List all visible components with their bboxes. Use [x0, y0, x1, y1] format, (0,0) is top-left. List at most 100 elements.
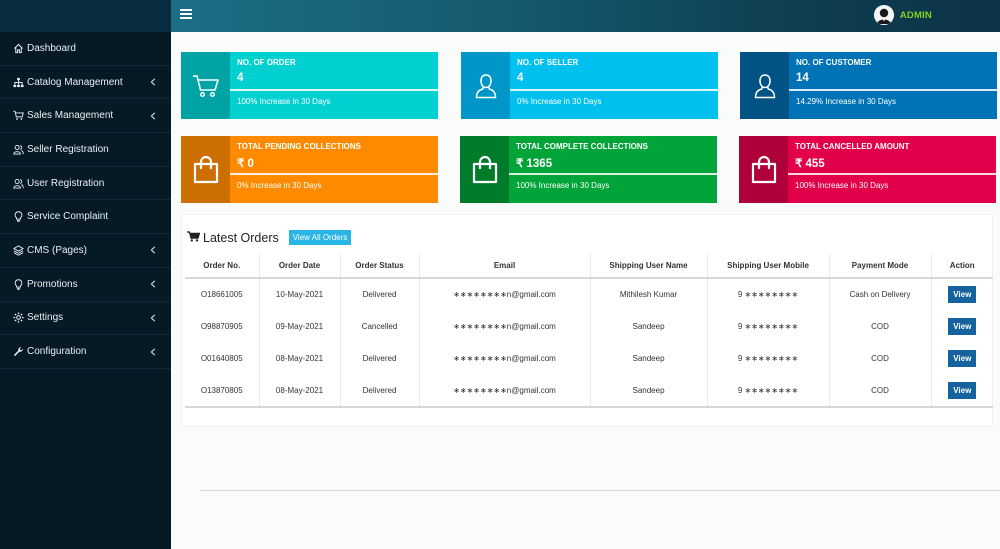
stat-card-progress — [509, 173, 717, 175]
brand-area — [0, 0, 171, 32]
cell-mobile: 9 ∗∗∗∗∗∗∗∗ — [707, 278, 830, 311]
cell-date: 10-May-2021 — [259, 278, 341, 311]
cell-name: Sandeep — [590, 374, 708, 409]
cell-order-no: O98870905 — [185, 310, 260, 343]
latest-orders-panel: Latest Orders View All Orders Order No. O… — [181, 214, 993, 427]
cell-payment: COD — [829, 310, 932, 343]
cell-mobile: 9 ∗∗∗∗∗∗∗∗ — [707, 342, 830, 375]
stat-card-footer: 100% Increase in 30 Days — [516, 181, 610, 190]
view-all-orders-button[interactable]: View All Orders — [288, 230, 352, 245]
stat-card-value: 4 — [517, 72, 524, 84]
sidebar-item-cms-pages[interactable]: CMS (Pages) — [0, 234, 171, 268]
stat-card-value: ₹ 0 — [237, 158, 254, 170]
user-icon — [740, 52, 789, 119]
cell-action: View — [931, 343, 993, 375]
sidebar-item-configuration[interactable]: Configuration — [0, 335, 171, 369]
table-row: O13870805 08-May-2021 Delivered ∗∗∗∗∗∗∗∗n@g… — [185, 374, 993, 409]
cell-email: ∗∗∗∗∗∗∗∗n@gmail.com — [419, 342, 591, 375]
table-row: O98870905 09-May-2021 Cancelled ∗∗∗∗∗∗∗∗n@g… — [185, 310, 993, 343]
sidebar-item-user-registration[interactable]: User Registration — [0, 167, 171, 201]
sidebar-menu: Dashboard Catalog Management Sales Managem… — [0, 32, 171, 369]
sidebar-item-label: Dashboard — [27, 42, 76, 54]
bulb-icon — [12, 278, 24, 290]
stat-card-no-of-order: NO. OF ORDER 4 100% Increase in 30 Days — [181, 52, 438, 119]
stat-card-progress — [788, 173, 996, 175]
hamburger-menu-icon[interactable] — [180, 9, 192, 21]
view-order-button[interactable]: View — [948, 286, 977, 304]
sidebar-item-service-complaint[interactable]: Service Complaint — [0, 200, 171, 235]
layers-icon — [12, 244, 24, 256]
cell-status: Delivered — [340, 342, 420, 375]
cell-payment: COD — [829, 342, 932, 375]
main-content: NO. OF ORDER 4 100% Increase in 30 Days NO.… — [171, 32, 1000, 549]
stat-card-body: NO. OF SELLER 4 0% Increase in 30 Days — [510, 52, 718, 119]
sidebar-item-dashboard[interactable]: Dashboard — [0, 32, 171, 66]
avatar — [873, 5, 894, 25]
stat-card-body: TOTAL PENDING COLLECTIONS ₹ 0 0% Increase … — [230, 136, 438, 203]
cart-icon — [187, 231, 201, 244]
stat-card-total-pending-collections: TOTAL PENDING COLLECTIONS ₹ 0 0% Increase … — [181, 136, 438, 203]
stat-card-value: ₹ 455 — [795, 158, 825, 170]
cart-icon — [181, 52, 230, 119]
cell-status: Cancelled — [340, 310, 420, 343]
chevron-left-icon — [149, 112, 157, 120]
stat-card-title: NO. OF SELLER — [517, 58, 579, 67]
sidebar-item-label: Settings — [27, 312, 64, 324]
sidebar-item-label: User Registration — [27, 177, 105, 189]
stat-card-progress — [230, 89, 438, 91]
stat-card-total-cancelled-amount: TOTAL CANCELLED AMOUNT ₹ 455 100% Increase… — [739, 136, 996, 203]
admin-profile[interactable]: ADMIN — [873, 5, 932, 25]
bag-icon — [460, 136, 509, 203]
stat-card-body: NO. OF ORDER 4 100% Increase in 30 Days — [230, 52, 438, 119]
column-header: Order Status — [340, 254, 420, 279]
cell-email: ∗∗∗∗∗∗∗∗n@gmail.com — [419, 310, 591, 343]
orders-table: Order No. Order Date Order Status Email Ship… — [185, 254, 993, 409]
stat-card-body: TOTAL CANCELLED AMOUNT ₹ 455 100% Increase… — [788, 136, 996, 203]
home-icon — [12, 42, 24, 54]
users-icon — [12, 177, 24, 189]
cell-mobile: 9 ∗∗∗∗∗∗∗∗ — [707, 374, 830, 409]
cell-date: 08-May-2021 — [259, 342, 341, 375]
sidebar-item-seller-registration[interactable]: Seller Registration — [0, 133, 171, 167]
stat-card-footer: 14.29% Increase in 30 Days — [796, 97, 897, 106]
sidebar-item-promotions[interactable]: Promotions — [0, 268, 171, 302]
sidebar-item-label: Configuration — [27, 346, 87, 358]
cell-mobile: 9 ∗∗∗∗∗∗∗∗ — [707, 310, 830, 343]
stat-card-title: TOTAL COMPLETE COLLECTIONS — [516, 142, 648, 151]
cart-icon — [12, 110, 24, 122]
view-order-button[interactable]: View — [948, 350, 977, 368]
sidebar-item-sales-management[interactable]: Sales Management — [0, 99, 171, 134]
view-order-button[interactable]: View — [948, 317, 977, 335]
sidebar: Dashboard Catalog Management Sales Managem… — [0, 0, 171, 549]
stat-card-value: ₹ 1365 — [516, 158, 553, 170]
latest-orders-header: Latest Orders View All Orders — [187, 230, 352, 245]
chevron-left-icon — [149, 78, 157, 86]
chevron-left-icon — [149, 314, 157, 322]
latest-orders-title: Latest Orders — [203, 230, 279, 245]
stat-card-value: 4 — [237, 72, 244, 84]
sidebar-item-settings[interactable]: Settings — [0, 302, 171, 336]
stat-card-body: TOTAL COMPLETE COLLECTIONS ₹ 1365 100% Inc… — [509, 136, 717, 203]
stat-card-body: NO. OF CUSTOMER 14 14.29% Increase in 30 D… — [789, 52, 997, 119]
chevron-left-icon — [149, 246, 157, 255]
cell-date: 08-May-2021 — [259, 374, 341, 409]
view-order-button[interactable]: View — [948, 382, 977, 400]
column-header: Shipping User Name — [590, 254, 708, 279]
sidebar-item-catalog-management[interactable]: Catalog Management — [0, 66, 171, 100]
stat-card-total-complete-collections: TOTAL COMPLETE COLLECTIONS ₹ 1365 100% Inc… — [460, 136, 717, 203]
table-header-row: Order No. Order Date Order Status Email Ship… — [185, 254, 993, 279]
bag-icon — [181, 136, 230, 203]
column-header: Payment Mode — [829, 254, 932, 279]
sidebar-item-label: Sales Management — [27, 110, 114, 122]
sitemap-icon — [12, 76, 24, 88]
cell-order-no: O18661005 — [185, 278, 260, 311]
stat-card-footer: 0% Increase in 30 Days — [517, 97, 602, 106]
table-row: O18661005 10-May-2021 Delivered ∗∗∗∗∗∗∗∗n@g… — [185, 278, 993, 311]
stat-card-no-of-customer: NO. OF CUSTOMER 14 14.29% Increase in 30 D… — [740, 52, 997, 119]
chevron-left-icon — [149, 280, 157, 288]
cell-name: Mithilesh Kumar — [590, 278, 708, 311]
cell-email: ∗∗∗∗∗∗∗∗n@gmail.com — [419, 374, 591, 409]
column-header: Shipping User Mobile — [707, 254, 830, 279]
cell-status: Delivered — [340, 278, 420, 311]
admin-name: ADMIN — [899, 9, 932, 21]
